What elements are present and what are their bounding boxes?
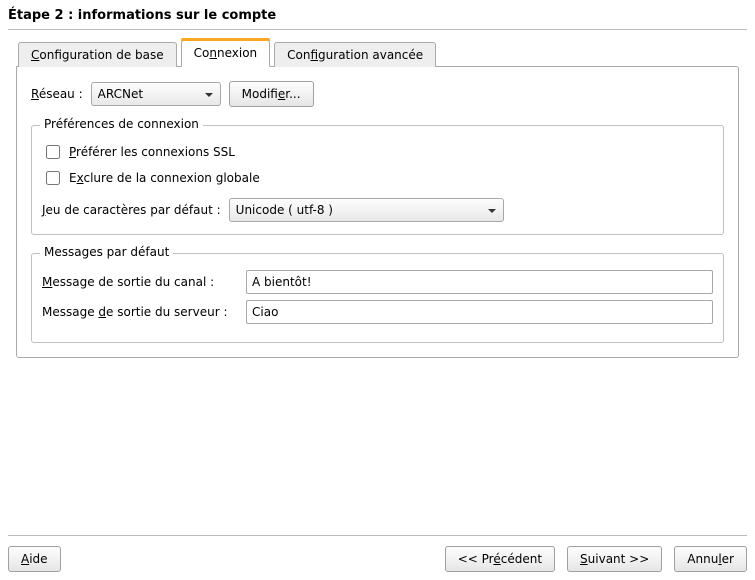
charset-label: Jeu de caractères par défaut :	[42, 203, 221, 217]
mnemonic: f	[310, 48, 318, 62]
tab-label-pre: Con	[287, 48, 310, 62]
label-rest: e sortie du serveur :	[106, 305, 227, 319]
back-button[interactable]: << Précédent	[445, 546, 555, 572]
default-messages-legend: Messages par défaut	[40, 245, 173, 259]
network-label: Réseau :	[31, 87, 83, 101]
mnemonic: M	[42, 275, 52, 289]
btn-rest: r...	[285, 87, 300, 101]
tab-basic-config[interactable]: Configuration de base	[18, 42, 177, 67]
tab-connection[interactable]: Connexion	[181, 40, 271, 67]
label-rest: référer les connexions SSL	[76, 145, 235, 159]
label-rest: clure de la connexion globale	[83, 171, 259, 185]
tab-label-rest: iguration avancée	[318, 48, 423, 62]
btn-rest: ide	[29, 552, 47, 566]
tab-label: onfiguration de base	[39, 48, 163, 62]
page-title: Étape 2 : informations sur le compte	[8, 8, 747, 29]
btn-pre: Annu	[687, 552, 718, 566]
tab-bar: Configuration de base Connexion Configur…	[16, 40, 739, 67]
divider	[8, 29, 747, 30]
tab-advanced-config[interactable]: Configuration avancée	[274, 42, 436, 67]
label-rest: éseau :	[39, 87, 83, 101]
quit-message-input[interactable]	[246, 300, 713, 324]
help-button[interactable]: Aide	[8, 546, 61, 572]
mnemonic: n	[209, 46, 217, 60]
charset-select[interactable]: Unicode ( utf-8 )	[229, 198, 504, 222]
connection-prefs-group: Préférences de connexion Préférer les co…	[31, 125, 724, 235]
tab-label-pre: Co	[194, 46, 210, 60]
label-rest: essage de sortie du canal :	[52, 275, 214, 289]
exclude-global-label: Exclure de la connexion globale	[69, 171, 260, 185]
network-select[interactable]: ARCNet	[91, 82, 221, 106]
tab-label-rest: nexion	[217, 46, 257, 60]
mnemonic: R	[31, 87, 39, 101]
btn-pre: Modifi	[242, 87, 278, 101]
default-messages-group: Messages par défaut Message de sortie du…	[31, 253, 724, 343]
part-message-label: Message de sortie du canal :	[42, 275, 238, 289]
mnemonic: S	[580, 552, 588, 566]
prefer-ssl-label: Préférer les connexions SSL	[69, 145, 235, 159]
btn-rest: cédent	[501, 552, 542, 566]
prefer-ssl-checkbox[interactable]	[46, 145, 60, 159]
btn-pre: << Pr	[458, 552, 494, 566]
cancel-button[interactable]: Annuler	[674, 546, 747, 572]
footer: Aide << Précédent Suivant >> Annuler	[0, 527, 755, 580]
quit-message-label: Message de sortie du serveur :	[42, 305, 238, 319]
mnemonic: P	[69, 145, 76, 159]
btn-rest: uivant >>	[588, 552, 650, 566]
mnemonic: d	[98, 305, 106, 319]
tab-panel-connection: Réseau : ARCNet Modifier... Préférences …	[16, 66, 739, 358]
label-pre: Message	[42, 305, 98, 319]
mnemonic: é	[493, 552, 500, 566]
btn-rest: er	[722, 552, 734, 566]
next-button[interactable]: Suivant >>	[567, 546, 662, 572]
modify-button[interactable]: Modifier...	[229, 81, 314, 107]
label-pre: E	[69, 171, 77, 185]
exclude-global-checkbox[interactable]	[46, 171, 60, 185]
connection-prefs-legend: Préférences de connexion	[40, 117, 203, 131]
part-message-input[interactable]	[246, 270, 713, 294]
mnemonic: A	[21, 552, 29, 566]
footer-divider	[8, 535, 747, 536]
label-rest: eu de caractères par défaut :	[46, 203, 221, 217]
